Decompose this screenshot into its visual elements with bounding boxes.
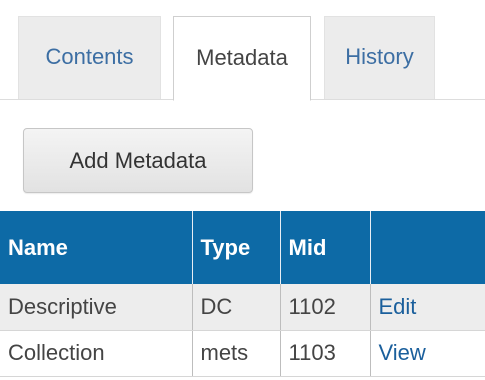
- cell-name: Descriptive: [0, 284, 193, 331]
- tab-metadata-label: Metadata: [196, 44, 288, 70]
- table-header-row: Name Type Mid: [0, 211, 485, 284]
- column-header-action: [370, 211, 485, 284]
- add-metadata-button[interactable]: Add Metadata: [23, 128, 253, 193]
- metadata-table: Name Type Mid Descriptive DC 1102 Edit C…: [0, 211, 485, 377]
- cell-name: Collection: [0, 330, 193, 377]
- column-header-type[interactable]: Type: [192, 211, 281, 284]
- table-row: Descriptive DC 1102 Edit: [0, 284, 485, 331]
- table-row: Collection mets 1103 View: [0, 330, 485, 377]
- tab-contents-label: Contents: [45, 44, 134, 69]
- tab-metadata[interactable]: Metadata: [173, 16, 311, 101]
- cell-type: DC: [192, 284, 281, 331]
- add-metadata-button-label: Add Metadata: [69, 147, 207, 173]
- cell-mid: 1102: [280, 284, 371, 331]
- view-link[interactable]: View: [370, 330, 485, 377]
- tab-history[interactable]: History: [324, 16, 435, 99]
- tab-bar: Contents Metadata History: [0, 0, 485, 101]
- column-header-mid[interactable]: Mid: [280, 211, 371, 284]
- edit-link[interactable]: Edit: [370, 284, 485, 331]
- column-header-name[interactable]: Name: [0, 211, 193, 284]
- tab-history-label: History: [345, 44, 414, 69]
- cell-mid: 1103: [280, 330, 371, 377]
- tab-contents[interactable]: Contents: [18, 16, 161, 99]
- metadata-panel: Contents Metadata History Add Metadata N…: [0, 0, 485, 380]
- cell-type: mets: [192, 330, 281, 377]
